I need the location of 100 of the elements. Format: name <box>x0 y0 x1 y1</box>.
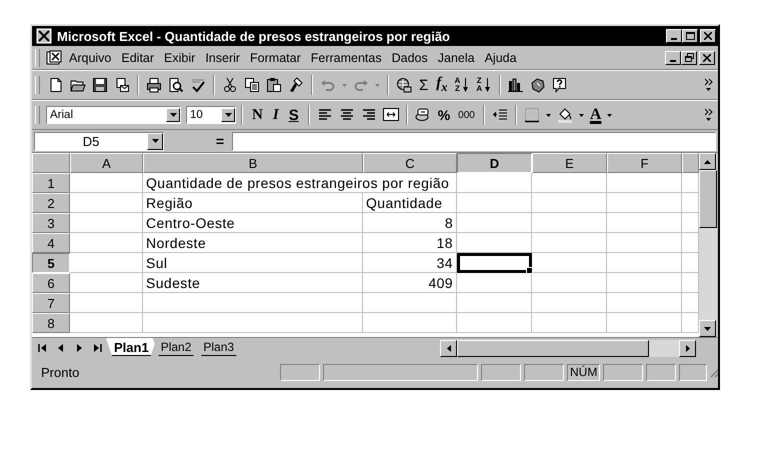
horizontal-scrollbar[interactable] <box>440 340 696 356</box>
font-name-field[interactable]: Arial <box>46 106 181 124</box>
align-right-icon[interactable] <box>360 107 377 123</box>
row-header[interactable]: 4 <box>32 233 70 253</box>
row-header[interactable]: 1 <box>32 173 70 193</box>
dropdown-arrow-icon[interactable] <box>170 113 176 117</box>
column-header[interactable]: D <box>457 153 532 173</box>
column-header[interactable]: C <box>363 153 457 173</box>
caret-icon[interactable] <box>578 114 584 116</box>
equals-sign: = <box>214 133 225 149</box>
table-cell: Nordeste <box>143 233 363 253</box>
column-header[interactable]: F <box>607 153 682 173</box>
maximize-button[interactable] <box>682 29 698 43</box>
column-header[interactable] <box>682 153 699 173</box>
down-arrow-icon <box>485 78 490 92</box>
down-arrow-icon <box>463 78 468 92</box>
copy-icon[interactable] <box>244 77 260 93</box>
close-icon <box>704 32 712 40</box>
menu-item[interactable]: Ajuda <box>480 48 522 66</box>
spell-check-icon[interactable] <box>190 77 206 93</box>
sort-descending-button[interactable]: Z A <box>474 74 494 96</box>
row-header[interactable]: 2 <box>32 193 70 213</box>
status-panel <box>524 364 564 380</box>
align-center-icon[interactable] <box>338 107 355 123</box>
sort-ascending-button[interactable]: A Z <box>452 74 472 96</box>
email-document-icon[interactable] <box>114 77 130 93</box>
vertical-scrollbar[interactable] <box>699 153 717 337</box>
fill-handle[interactable] <box>526 267 533 274</box>
caret-icon[interactable] <box>546 114 551 116</box>
row-header[interactable]: 7 <box>32 293 70 313</box>
help-icon[interactable] <box>552 77 568 93</box>
minimize-button[interactable] <box>666 29 682 43</box>
menu-item[interactable]: Arquivo <box>64 48 116 66</box>
table-cell: 34 <box>363 253 457 273</box>
close-button[interactable] <box>700 29 716 43</box>
row-header[interactable]: 3 <box>32 213 70 233</box>
status-panel <box>481 364 521 380</box>
underline-button[interactable]: S <box>284 104 303 126</box>
down-arrow-icon[interactable] <box>704 326 711 330</box>
minimize-button[interactable] <box>665 50 681 64</box>
more-icon[interactable] <box>705 78 713 92</box>
menu-item[interactable]: Janela <box>432 48 480 66</box>
print-preview-icon[interactable] <box>168 77 184 93</box>
table-cell: Quantidade <box>363 193 457 213</box>
menu-item[interactable]: Exibir <box>159 48 200 66</box>
scissors-icon[interactable] <box>222 77 238 93</box>
percent-button[interactable]: % <box>434 104 454 126</box>
printer-icon[interactable] <box>146 77 162 93</box>
column-header[interactable]: A <box>70 153 143 173</box>
row-header[interactable]: 5 <box>32 253 70 273</box>
merge-center-icon[interactable] <box>382 107 399 123</box>
globe-icon[interactable] <box>396 77 412 93</box>
active-cell[interactable] <box>457 253 532 273</box>
align-left-icon[interactable] <box>316 107 333 123</box>
close-button[interactable] <box>699 50 715 64</box>
menu-item[interactable]: Formatar <box>245 48 306 66</box>
new-document-icon[interactable] <box>48 77 64 93</box>
dropdown-arrow-icon[interactable] <box>152 139 158 143</box>
table-cell: 409 <box>363 273 457 293</box>
bold-button[interactable]: N <box>248 104 267 126</box>
borders-icon[interactable] <box>524 107 540 123</box>
caret-icon[interactable] <box>607 114 612 116</box>
italic-button[interactable]: I <box>268 104 283 126</box>
paintbrush-icon[interactable] <box>288 77 304 93</box>
num-lock-indicator: NÚM <box>567 364 600 380</box>
column-header[interactable]: B <box>143 153 363 173</box>
formula-field[interactable] <box>232 132 716 150</box>
restore-button[interactable] <box>681 50 697 64</box>
table-cell: Quantidade de presos estrangeiros por região <box>143 173 457 193</box>
table-cell: Centro-Oeste <box>143 213 363 233</box>
bar-chart-icon[interactable] <box>508 77 524 93</box>
menu-item[interactable]: Editar <box>116 48 160 66</box>
left-arrow-icon[interactable] <box>446 344 450 352</box>
font-size-field[interactable]: 10 <box>186 106 236 124</box>
column-header[interactable]: E <box>532 153 607 173</box>
sum-button[interactable]: Σ <box>416 74 432 96</box>
status-panel <box>280 364 320 380</box>
table-cell: 8 <box>363 213 457 233</box>
dropdown-arrow-icon[interactable] <box>224 113 232 117</box>
right-arrow-icon[interactable] <box>686 344 690 352</box>
window-title: Microsoft Excel - Quantidade de presos estrangeiros por região <box>57 28 451 44</box>
workbook-icon[interactable] <box>46 50 62 66</box>
sheet-tab[interactable]: Plan1 <box>106 338 157 356</box>
clipboard-icon[interactable] <box>266 77 282 93</box>
table-cell: 18 <box>363 233 457 253</box>
menu-item[interactable]: Inserir <box>200 48 246 66</box>
row-header[interactable]: 8 <box>32 313 70 333</box>
minimize-icon <box>671 38 677 40</box>
thousands-separator-button[interactable]: 000 <box>455 104 478 126</box>
function-button[interactable]: f$_{x}$ <box>433 74 451 96</box>
menu-item[interactable]: Ferramentas <box>306 48 387 66</box>
up-arrow-icon[interactable] <box>704 160 711 164</box>
select-all-button[interactable] <box>32 153 70 173</box>
menu-item[interactable]: Dados <box>386 48 433 66</box>
row-header[interactable]: 6 <box>32 273 70 293</box>
paint-bucket-icon[interactable] <box>556 107 573 123</box>
more-icon[interactable] <box>705 108 713 122</box>
restore-icon <box>684 53 694 62</box>
font-color-button[interactable]: A <box>588 104 604 126</box>
name-box[interactable]: D5 <box>34 132 164 150</box>
